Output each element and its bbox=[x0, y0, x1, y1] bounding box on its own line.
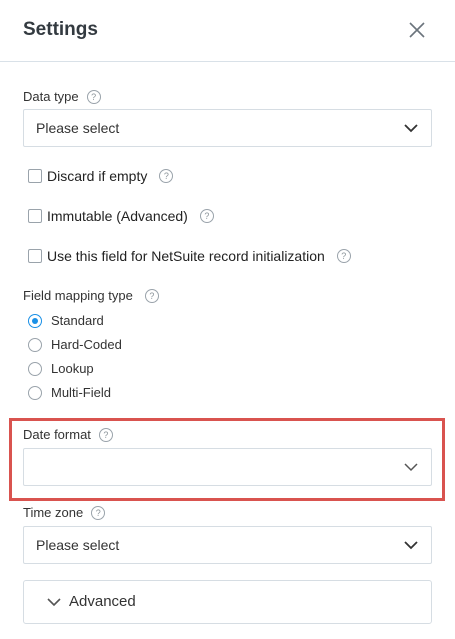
advanced-accordion[interactable]: Advanced bbox=[23, 580, 432, 624]
help-icon[interactable]: ? bbox=[159, 169, 174, 183]
checkbox-label: Immutable (Advanced) bbox=[47, 208, 188, 224]
data-type-label-row: Data type ? bbox=[23, 89, 101, 104]
time-zone-label: Time zone bbox=[23, 505, 84, 520]
netsuite-init-checkbox[interactable]: Use this field for NetSuite record initi… bbox=[28, 248, 351, 264]
radio-button[interactable] bbox=[28, 337, 42, 352]
radio-button[interactable] bbox=[28, 361, 42, 376]
radio-button[interactable] bbox=[28, 313, 42, 328]
help-icon[interactable]: ? bbox=[336, 249, 351, 263]
help-icon[interactable]: ? bbox=[144, 288, 159, 303]
date-format-label: Date format bbox=[23, 427, 91, 442]
radio-lookup[interactable]: Lookup bbox=[28, 361, 94, 376]
field-mapping-label: Field mapping type bbox=[23, 288, 133, 303]
immutable-checkbox[interactable]: Immutable (Advanced) ? bbox=[28, 208, 214, 224]
checkbox-box[interactable] bbox=[28, 209, 42, 223]
time-zone-label-row: Time zone ? bbox=[23, 505, 106, 520]
radio-label: Lookup bbox=[51, 361, 94, 376]
close-button[interactable] bbox=[405, 18, 429, 42]
help-icon[interactable]: ? bbox=[98, 427, 113, 442]
close-icon bbox=[409, 22, 425, 38]
chevron-down-icon bbox=[404, 541, 418, 550]
date-format-select[interactable] bbox=[23, 448, 432, 486]
discard-if-empty-checkbox[interactable]: Discard if empty ? bbox=[28, 168, 174, 184]
help-icon[interactable]: ? bbox=[91, 505, 106, 520]
date-format-label-row: Date format ? bbox=[23, 427, 113, 442]
radio-label: Hard-Coded bbox=[51, 337, 122, 352]
data-type-select[interactable]: Please select bbox=[23, 109, 432, 147]
time-zone-value: Please select bbox=[36, 537, 120, 553]
help-icon[interactable]: ? bbox=[199, 209, 214, 223]
radio-button[interactable] bbox=[28, 385, 42, 400]
checkbox-label: Discard if empty bbox=[47, 168, 148, 184]
data-type-value: Please select bbox=[36, 120, 120, 136]
data-type-label: Data type bbox=[23, 89, 79, 104]
checkbox-label: Use this field for NetSuite record initi… bbox=[47, 248, 325, 264]
field-mapping-label-row: Field mapping type ? bbox=[23, 288, 159, 303]
help-icon[interactable]: ? bbox=[86, 89, 101, 104]
radio-label: Multi-Field bbox=[51, 385, 111, 400]
time-zone-select[interactable]: Please select bbox=[23, 526, 432, 564]
radio-hard-coded[interactable]: Hard-Coded bbox=[28, 337, 122, 352]
page-title: Settings bbox=[23, 19, 98, 40]
checkbox-box[interactable] bbox=[28, 169, 42, 183]
radio-standard[interactable]: Standard bbox=[28, 313, 104, 328]
radio-label: Standard bbox=[51, 313, 104, 328]
chevron-down-icon bbox=[47, 598, 61, 607]
advanced-label: Advanced bbox=[69, 593, 136, 610]
chevron-down-icon bbox=[404, 463, 418, 472]
radio-multi-field[interactable]: Multi-Field bbox=[28, 385, 111, 400]
settings-header: Settings bbox=[0, 0, 455, 62]
chevron-down-icon bbox=[404, 124, 418, 133]
checkbox-box[interactable] bbox=[28, 249, 42, 263]
